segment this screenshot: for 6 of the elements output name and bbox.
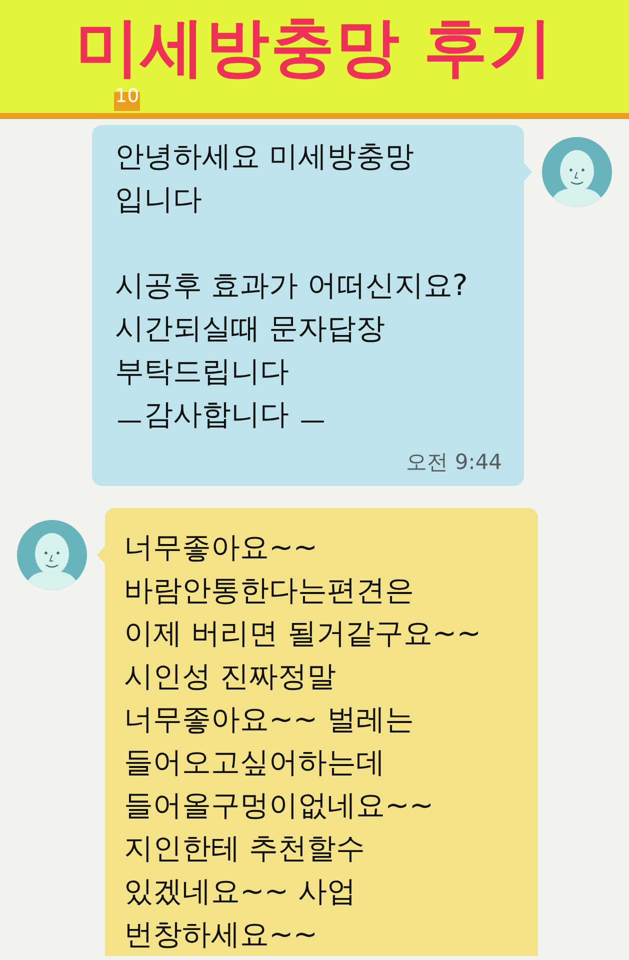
avatar-icon[interactable] [542, 137, 612, 207]
avatar-icon[interactable] [17, 520, 87, 590]
message-text: 너무좋아요~~ 바람안통한다는편견은 이제 버리면 될거같구요~~ 시인성 진짜정말 너무좋아요~~ 벌레는 들어오고싶어하는데 들어올구멍이없네요~~ 지인한테 추천할수 있겠네요~~ 사업 번창하세요~~ [124, 529, 482, 953]
banner-title: 미세방충망 후기 [74, 16, 555, 80]
message-time: 오전 9:44 [405, 449, 502, 476]
message-text: 안녕하세요 미세방충망 입니다 시공후 효과가 어떠신지요? 시간되실때 문자답장 부탁드립니다 ㅡ감사합니다 ㅡ [115, 138, 469, 433]
